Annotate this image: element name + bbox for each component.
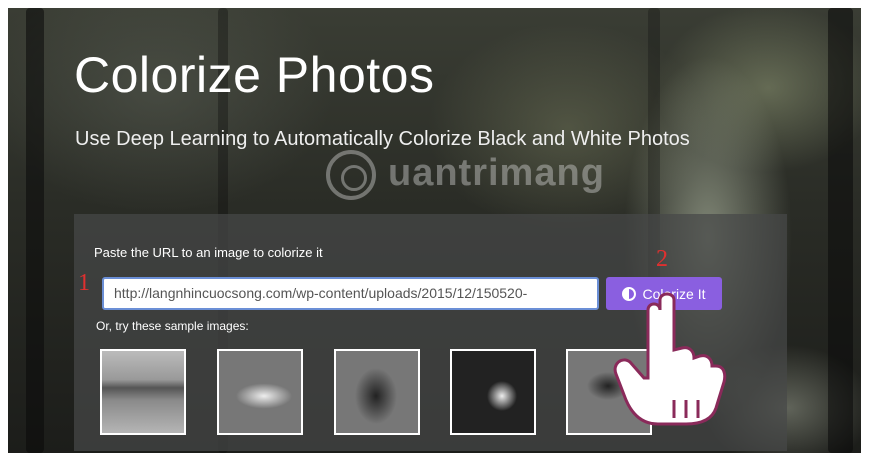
watermark-text: uantrimang bbox=[388, 152, 605, 194]
annotation-step-2: 2 bbox=[656, 246, 668, 272]
sample-images-label: Or, try these sample images: bbox=[96, 319, 249, 333]
sample-image-3[interactable] bbox=[334, 349, 420, 435]
annotation-step-1: 1 bbox=[78, 270, 90, 296]
image-url-input[interactable]: http://langnhincuocsong.com/wp-content/u… bbox=[102, 277, 599, 310]
sample-image-4[interactable] bbox=[450, 349, 536, 435]
url-label: Paste the URL to an image to colorize it bbox=[94, 245, 323, 260]
pointing-hand-icon bbox=[613, 292, 727, 426]
watermark-logo-icon bbox=[326, 150, 376, 200]
hero-background: Colorize Photos Use Deep Learning to Aut… bbox=[8, 8, 861, 453]
sample-image-2[interactable] bbox=[217, 349, 303, 435]
page-title: Colorize Photos bbox=[74, 47, 435, 103]
watermark: uantrimang bbox=[318, 148, 618, 204]
sample-image-1[interactable] bbox=[100, 349, 186, 435]
